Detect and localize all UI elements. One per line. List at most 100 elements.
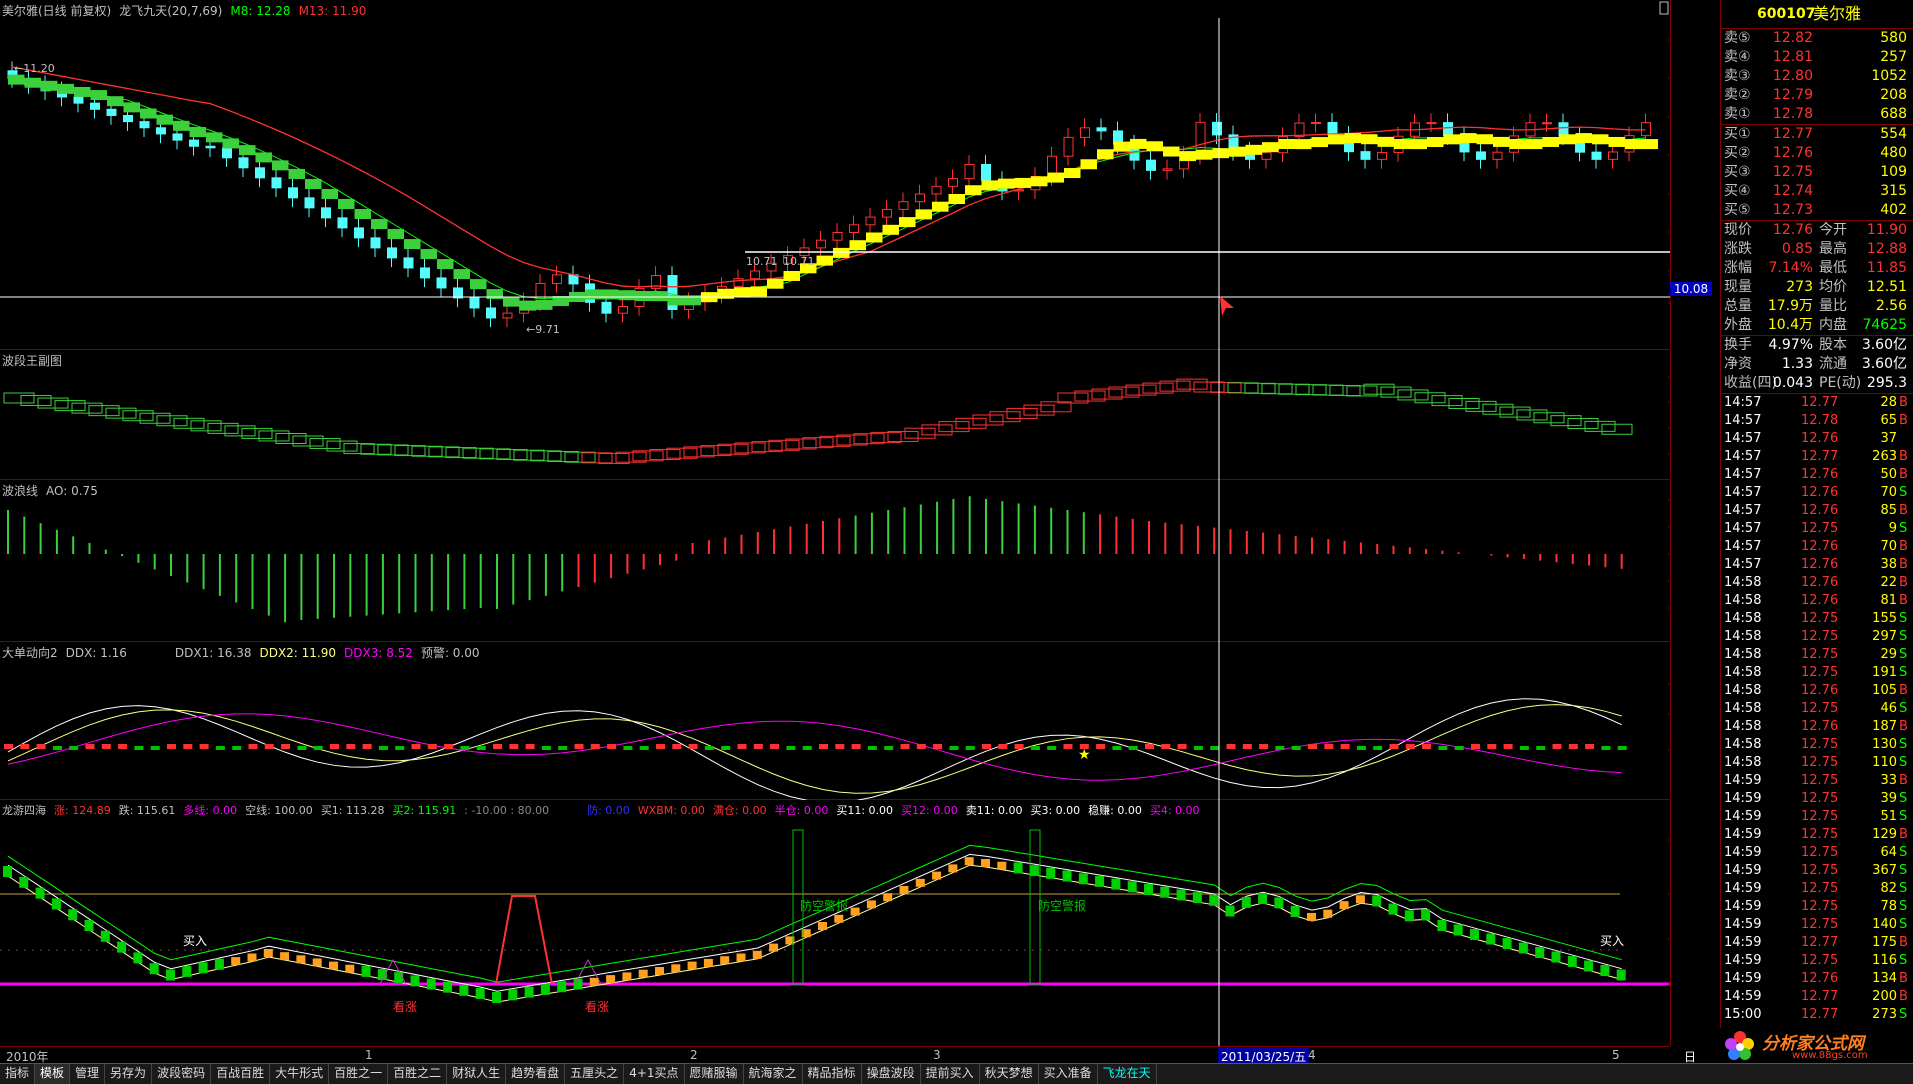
signal-block [557, 981, 567, 993]
tick-volume: 70 [1880, 485, 1897, 500]
wave-plot[interactable]: 1.000.500.00-0.50-1.00 [0, 480, 1670, 642]
tab-20[interactable]: 飞龙在天 [1098, 1064, 1157, 1084]
ddx-bar [281, 744, 291, 749]
tab-5[interactable]: 百战百胜 [211, 1064, 271, 1084]
signal-block [932, 871, 942, 880]
tab-6[interactable]: 大牛形式 [270, 1064, 330, 1084]
tick-row: 14:57 12.77 28 B [1721, 394, 1913, 412]
candle-body [964, 163, 975, 180]
bodong-box [955, 417, 987, 429]
candle-body [1311, 121, 1321, 124]
candle-body [469, 297, 480, 309]
signal-block [1470, 929, 1479, 940]
candle-body [865, 216, 876, 226]
ddx-bar [949, 746, 959, 750]
bid-label: 买② [1724, 145, 1751, 161]
bodong-box [989, 411, 1021, 423]
bid-price: 12.73 [1772, 202, 1813, 218]
tick-row: 14:59 12.75 51 S [1721, 808, 1913, 826]
fund-row: 收益(四) 0.043 PE(动) 295.3 [1721, 374, 1913, 393]
bodong-box [1499, 406, 1531, 418]
tab-9[interactable]: 财狱人生 [447, 1064, 507, 1084]
bodong-subchart[interactable]: 波段王副图 80.0060.0040.0020.00 [0, 350, 1671, 480]
signal-block [492, 992, 501, 1003]
bodong-box [479, 448, 511, 460]
ddx-bar [916, 744, 926, 749]
main-candle-chart[interactable]: 美尔雅(日线 前复权) 龙飞九天(20,7,69) M8: 12.28 M13: 11… [0, 0, 1712, 350]
bodong-box [972, 414, 1004, 426]
tick-row: 14:57 12.76 37 [1721, 430, 1913, 448]
tab-19[interactable]: 买入准备 [1039, 1064, 1098, 1084]
candle-plot[interactable]: ←11.20←9.7110.7110.7113.5013.0012.5012.0… [0, 0, 1670, 350]
tab-4[interactable]: 波段密码 [152, 1064, 212, 1084]
tab-8[interactable]: 百胜之二 [388, 1064, 448, 1084]
bodong-plot[interactable]: 80.0060.0040.0020.00 [0, 350, 1670, 480]
ddx-bar [1128, 746, 1138, 750]
ddx-bar [753, 744, 763, 749]
tab-10[interactable]: 趋势看盘 [506, 1064, 566, 1084]
signal-block [834, 914, 844, 923]
bodong-box [54, 400, 86, 412]
ask-label: 卖① [1724, 106, 1751, 122]
line-white [7, 853, 1622, 992]
ribbon-block [321, 188, 338, 199]
tab-13[interactable]: 愿赌服输 [685, 1064, 744, 1084]
signal-block [1551, 951, 1561, 963]
tick-volume: 82 [1880, 881, 1897, 896]
tab-0[interactable]: 指标 [0, 1064, 36, 1084]
ask-price: 12.80 [1772, 68, 1813, 84]
warn-value: 预警: 0.00 [420, 646, 480, 660]
stat-label: 今开 [1819, 222, 1847, 238]
tick-time: 14:58 [1724, 611, 1762, 626]
signal-block [1388, 903, 1398, 915]
tick-volume: 29 [1880, 647, 1897, 662]
tick-list[interactable]: 14:57 12.77 28 B 14:57 12.78 65 B 14:57 12.76 37 14… [1721, 394, 1913, 1024]
ddx-plot[interactable]: ★20.0010.000.00 [0, 642, 1670, 800]
longyou-subchart[interactable]: 龙游四海 涨: 124.89 跌: 115.61 多线: 0.00 空线: 100.00… [0, 800, 1671, 1046]
tab-18[interactable]: 秋天梦想 [980, 1064, 1039, 1084]
tab-17[interactable]: 提前买入 [921, 1064, 980, 1084]
kanzhang-label-2: 看涨 [585, 999, 609, 1014]
tick-time: 14:57 [1724, 539, 1762, 554]
bodong-box [326, 440, 358, 452]
tab-14[interactable]: 航海家之 [744, 1064, 803, 1084]
tab-12[interactable]: 4+1买点 [624, 1064, 685, 1084]
candle-body [948, 178, 958, 187]
signal-block [915, 878, 925, 887]
ribbon-block [222, 138, 239, 149]
tick-side: S [1899, 845, 1908, 860]
longyou-plot[interactable]: 防空警报防空警报买入买入看涨看涨150.00100.0050.000.00 [0, 800, 1670, 1046]
stat-value: 273 [1786, 279, 1813, 295]
tick-side: S [1899, 863, 1908, 878]
tick-price: 12.77 [1801, 395, 1839, 410]
signal-block [655, 967, 664, 975]
tab-2[interactable]: 管理 [70, 1064, 106, 1084]
tick-time: 14:59 [1724, 881, 1762, 896]
tick-side: S [1899, 791, 1908, 806]
ddx-bar [411, 744, 421, 749]
tab-1[interactable]: 模板 [35, 1064, 71, 1084]
signal-block [964, 857, 974, 866]
tab-11[interactable]: 五厘头之 [565, 1064, 625, 1084]
wave-subchart[interactable]: 波浪线 AO: 0.75 1.000.500.00-0.50-1.00 [0, 480, 1671, 642]
tick-row: 14:57 12.76 38 B [1721, 556, 1913, 574]
signal-block [703, 958, 713, 967]
ddx-subchart[interactable]: 大单动向2 DDX: 1.16 DDX1: 16.38 DDX2: 11.90 DDX3… [0, 642, 1671, 800]
tick-side: S [1899, 629, 1908, 644]
tab-16[interactable]: 操盘波段 [862, 1064, 921, 1084]
tab-15[interactable]: 精品指标 [803, 1064, 862, 1084]
bodong-box [1465, 400, 1497, 412]
signal-block [426, 978, 436, 990]
bodong-box [887, 431, 919, 442]
ribbon-block [866, 232, 883, 243]
ddx-bar [541, 746, 551, 750]
mai12-value: 买12: 0.00 [901, 804, 958, 817]
tab-3[interactable]: 另存为 [105, 1064, 153, 1084]
ddx-bar [965, 746, 975, 750]
bodong-box [1431, 395, 1463, 407]
ribbon-block [1064, 168, 1081, 179]
tick-price: 12.75 [1801, 611, 1839, 626]
tick-row: 14:59 12.75 39 S [1721, 790, 1913, 808]
bodong-box [1448, 398, 1480, 409]
tab-7[interactable]: 百胜之一 [329, 1064, 389, 1084]
